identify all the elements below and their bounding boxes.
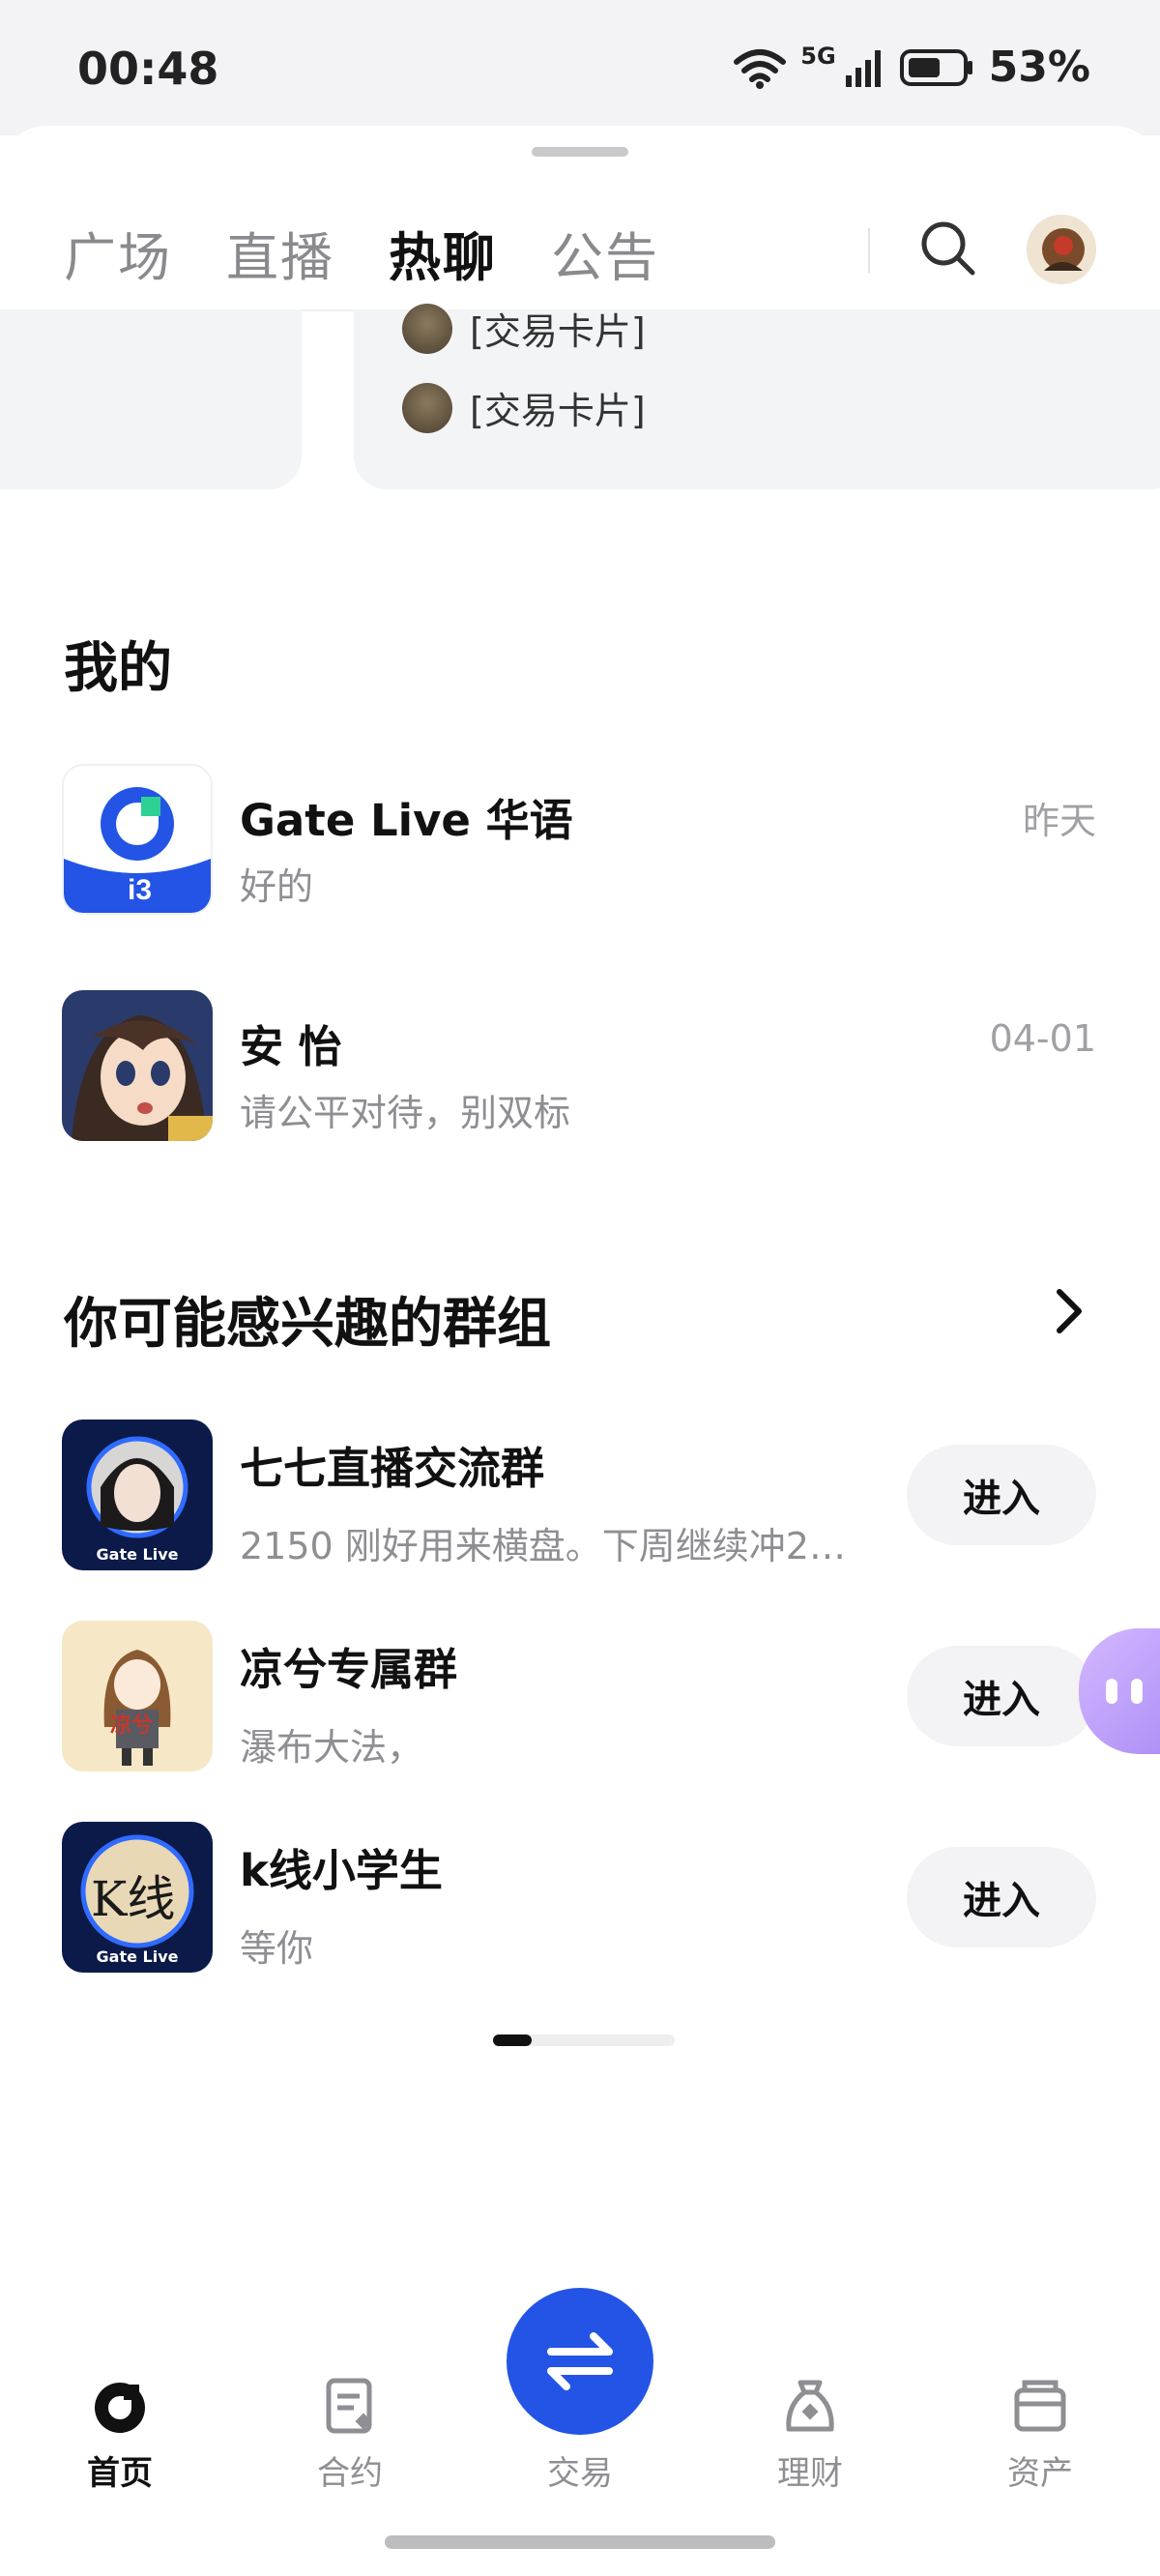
- user-avatar-image: [1027, 215, 1096, 284]
- earn-bag-icon: [786, 2380, 834, 2432]
- home-indicator[interactable]: [385, 2535, 775, 2549]
- group-name: k线小学生: [240, 1845, 443, 1896]
- tab-square[interactable]: 广场: [64, 215, 172, 291]
- gate-live-watermark: Gate Live: [96, 1947, 179, 1966]
- status-bar: 00:48 5G 53%: [0, 0, 1160, 135]
- svg-text:i3: i3: [128, 874, 152, 906]
- signal-icon: [845, 49, 881, 87]
- nav-home[interactable]: [52, 2377, 188, 2439]
- chat-last-message: 好的: [240, 865, 314, 908]
- an-yi-avatar: [62, 990, 213, 1141]
- nav-trade-button[interactable]: [507, 2288, 653, 2435]
- preview-card-left[interactable]: [0, 309, 302, 489]
- preview-card-text: [交易卡片]: [470, 310, 646, 353]
- search-icon: [921, 221, 975, 276]
- mine-section-title: 我的: [64, 637, 172, 700]
- enter-group-button[interactable]: 进入: [907, 1847, 1096, 1947]
- group-avatar-image: [62, 1621, 213, 1771]
- groups-section-title: 你可能感兴趣的群组: [64, 1293, 551, 1356]
- floating-assistant-button[interactable]: [1079, 1628, 1160, 1754]
- chat-name: 安 怡: [240, 1021, 342, 1072]
- wifi-icon: [734, 48, 787, 89]
- kline-logo-text: K线: [91, 1871, 176, 1927]
- preview-card-row: [交易卡片]: [402, 302, 646, 355]
- group-name: 七七直播交流群: [240, 1443, 545, 1494]
- sheet-handle[interactable]: [532, 147, 628, 157]
- chevron-right-icon: [1057, 1289, 1082, 1333]
- enter-group-button[interactable]: 进入: [907, 1646, 1096, 1746]
- gate-logo-icon: i3: [64, 766, 211, 913]
- group-last-message: 2150 刚好用来横盘。下周继续冲23...: [240, 1525, 858, 1567]
- gate-live-watermark: Gate Live: [96, 1545, 179, 1564]
- group-last-message: 等你: [240, 1927, 314, 1970]
- nav-earn[interactable]: [742, 2377, 878, 2439]
- status-time: 00:48: [77, 43, 219, 95]
- group-last-message: 瀑布大法，: [240, 1726, 424, 1769]
- tab-hot-chat[interactable]: 热聊: [389, 215, 497, 291]
- group-avatar: Gate Live: [62, 1420, 213, 1570]
- chat-last-message: 请公平对待，别双标: [240, 1092, 571, 1134]
- wallet-icon: [1014, 2380, 1066, 2432]
- pager-indicator: [493, 2034, 532, 2046]
- nav-trade-label: 交易: [547, 2454, 613, 2493]
- nav-futures[interactable]: [282, 2377, 418, 2439]
- groups-more-button[interactable]: [1050, 1286, 1088, 1336]
- group-avatar: K线 Gate Live: [62, 1822, 213, 1973]
- status-icons: 5G 53%: [733, 43, 1090, 92]
- swap-icon: [547, 2332, 613, 2390]
- search-button[interactable]: [918, 219, 978, 278]
- contract-icon: [326, 2378, 372, 2434]
- nav-assets[interactable]: [972, 2377, 1108, 2439]
- tab-divider: [868, 228, 870, 273]
- preview-avatar: [402, 382, 452, 433]
- chat-name: Gate Live 华语: [240, 795, 573, 846]
- tab-live[interactable]: 直播: [226, 215, 334, 291]
- anime-avatar-image: [62, 990, 213, 1141]
- assistant-icon: [1106, 1679, 1143, 1704]
- nav-earn-label: 理财: [777, 2454, 843, 2493]
- gate-live-avatar: i3: [62, 764, 213, 915]
- network-label: 5G: [800, 42, 836, 70]
- group-name: 凉兮专属群: [240, 1644, 458, 1695]
- preview-card-text: [交易卡片]: [470, 390, 646, 432]
- tab-announcement[interactable]: 公告: [551, 215, 659, 291]
- group-avatar: 凉兮: [62, 1621, 213, 1771]
- battery-percent: 53%: [988, 43, 1090, 92]
- home-logo-icon: [95, 2383, 145, 2433]
- user-avatar[interactable]: [1027, 215, 1096, 284]
- nav-home-label: 首页: [87, 2454, 153, 2493]
- enter-group-button[interactable]: 进入: [907, 1445, 1096, 1545]
- nav-futures-label: 合约: [317, 2454, 383, 2493]
- preview-avatar: [402, 303, 452, 354]
- liangxi-logo-text: 凉兮: [110, 1713, 154, 1738]
- chat-time: 04-01: [989, 1017, 1096, 1060]
- nav-assets-label: 资产: [1007, 2454, 1073, 2493]
- preview-card-row: [交易卡片]: [402, 381, 646, 434]
- battery-icon: [899, 48, 972, 86]
- chat-time: 昨天: [1022, 800, 1096, 842]
- tab-bar: 广场 直播 热聊 公告: [64, 215, 659, 291]
